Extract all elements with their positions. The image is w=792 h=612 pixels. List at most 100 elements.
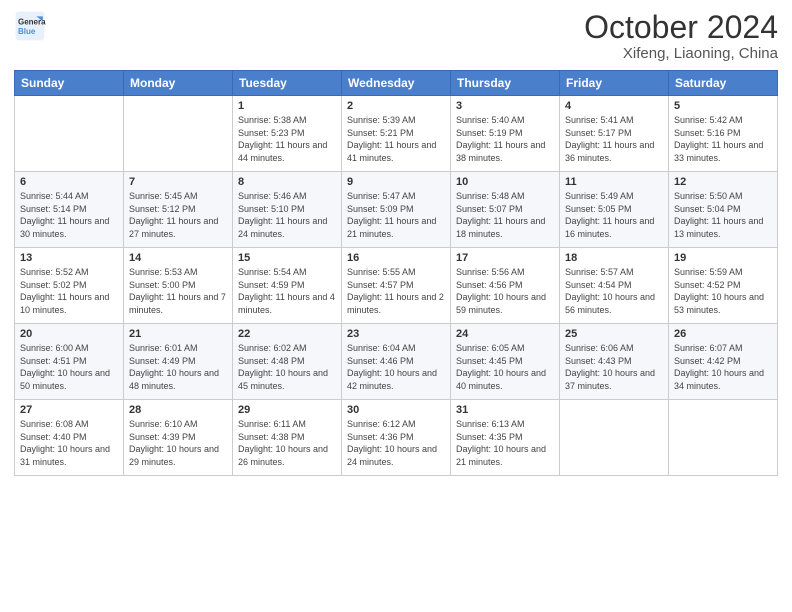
day-info: Sunrise: 5:45 AM Sunset: 5:12 PM Dayligh… xyxy=(129,190,227,240)
logo: General Blue xyxy=(14,10,46,42)
day-number: 19 xyxy=(674,252,772,264)
day-cell: 29 Sunrise: 6:11 AM Sunset: 4:38 PM Dayl… xyxy=(233,400,342,476)
day-number: 1 xyxy=(238,100,336,112)
svg-text:Blue: Blue xyxy=(18,27,36,36)
day-number: 17 xyxy=(456,252,554,264)
day-cell: 2 Sunrise: 5:39 AM Sunset: 5:21 PM Dayli… xyxy=(342,96,451,172)
week-row-5: 27 Sunrise: 6:08 AM Sunset: 4:40 PM Dayl… xyxy=(15,400,778,476)
day-info: Sunrise: 5:59 AM Sunset: 4:52 PM Dayligh… xyxy=(674,266,772,316)
title-block: October 2024 Xifeng, Liaoning, China xyxy=(584,10,778,62)
day-info: Sunrise: 5:52 AM Sunset: 5:02 PM Dayligh… xyxy=(20,266,118,316)
day-number: 25 xyxy=(565,328,663,340)
day-info: Sunrise: 6:01 AM Sunset: 4:49 PM Dayligh… xyxy=(129,342,227,392)
day-cell: 7 Sunrise: 5:45 AM Sunset: 5:12 PM Dayli… xyxy=(124,172,233,248)
day-cell: 20 Sunrise: 6:00 AM Sunset: 4:51 PM Dayl… xyxy=(15,324,124,400)
main-title: October 2024 xyxy=(584,10,778,45)
day-number: 5 xyxy=(674,100,772,112)
day-info: Sunrise: 6:05 AM Sunset: 4:45 PM Dayligh… xyxy=(456,342,554,392)
day-cell: 1 Sunrise: 5:38 AM Sunset: 5:23 PM Dayli… xyxy=(233,96,342,172)
day-number: 10 xyxy=(456,176,554,188)
day-cell: 21 Sunrise: 6:01 AM Sunset: 4:49 PM Dayl… xyxy=(124,324,233,400)
week-row-4: 20 Sunrise: 6:00 AM Sunset: 4:51 PM Dayl… xyxy=(15,324,778,400)
subtitle: Xifeng, Liaoning, China xyxy=(584,45,778,62)
day-cell: 25 Sunrise: 6:06 AM Sunset: 4:43 PM Dayl… xyxy=(560,324,669,400)
header-cell-saturday: Saturday xyxy=(669,71,778,96)
day-cell: 26 Sunrise: 6:07 AM Sunset: 4:42 PM Dayl… xyxy=(669,324,778,400)
day-cell xyxy=(560,400,669,476)
header: General Blue October 2024 Xifeng, Liaoni… xyxy=(14,10,778,62)
day-cell: 8 Sunrise: 5:46 AM Sunset: 5:10 PM Dayli… xyxy=(233,172,342,248)
day-info: Sunrise: 6:11 AM Sunset: 4:38 PM Dayligh… xyxy=(238,418,336,468)
day-cell: 19 Sunrise: 5:59 AM Sunset: 4:52 PM Dayl… xyxy=(669,248,778,324)
day-number: 29 xyxy=(238,404,336,416)
day-info: Sunrise: 5:49 AM Sunset: 5:05 PM Dayligh… xyxy=(565,190,663,240)
day-number: 24 xyxy=(456,328,554,340)
day-number: 27 xyxy=(20,404,118,416)
header-cell-friday: Friday xyxy=(560,71,669,96)
day-info: Sunrise: 5:44 AM Sunset: 5:14 PM Dayligh… xyxy=(20,190,118,240)
day-info: Sunrise: 5:46 AM Sunset: 5:10 PM Dayligh… xyxy=(238,190,336,240)
day-cell: 6 Sunrise: 5:44 AM Sunset: 5:14 PM Dayli… xyxy=(15,172,124,248)
day-cell: 14 Sunrise: 5:53 AM Sunset: 5:00 PM Dayl… xyxy=(124,248,233,324)
day-cell xyxy=(15,96,124,172)
day-info: Sunrise: 5:55 AM Sunset: 4:57 PM Dayligh… xyxy=(347,266,445,316)
day-cell: 27 Sunrise: 6:08 AM Sunset: 4:40 PM Dayl… xyxy=(15,400,124,476)
week-row-2: 6 Sunrise: 5:44 AM Sunset: 5:14 PM Dayli… xyxy=(15,172,778,248)
header-cell-tuesday: Tuesday xyxy=(233,71,342,96)
day-number: 9 xyxy=(347,176,445,188)
day-number: 21 xyxy=(129,328,227,340)
week-row-3: 13 Sunrise: 5:52 AM Sunset: 5:02 PM Dayl… xyxy=(15,248,778,324)
header-cell-wednesday: Wednesday xyxy=(342,71,451,96)
day-number: 28 xyxy=(129,404,227,416)
day-number: 18 xyxy=(565,252,663,264)
logo-icon: General Blue xyxy=(14,10,46,42)
day-info: Sunrise: 5:40 AM Sunset: 5:19 PM Dayligh… xyxy=(456,114,554,164)
day-number: 4 xyxy=(565,100,663,112)
day-cell: 24 Sunrise: 6:05 AM Sunset: 4:45 PM Dayl… xyxy=(451,324,560,400)
calendar-header-row: SundayMondayTuesdayWednesdayThursdayFrid… xyxy=(15,71,778,96)
day-info: Sunrise: 5:50 AM Sunset: 5:04 PM Dayligh… xyxy=(674,190,772,240)
day-cell: 16 Sunrise: 5:55 AM Sunset: 4:57 PM Dayl… xyxy=(342,248,451,324)
day-number: 23 xyxy=(347,328,445,340)
day-number: 2 xyxy=(347,100,445,112)
day-number: 13 xyxy=(20,252,118,264)
header-cell-sunday: Sunday xyxy=(15,71,124,96)
header-cell-monday: Monday xyxy=(124,71,233,96)
day-number: 12 xyxy=(674,176,772,188)
day-number: 15 xyxy=(238,252,336,264)
day-cell: 30 Sunrise: 6:12 AM Sunset: 4:36 PM Dayl… xyxy=(342,400,451,476)
day-info: Sunrise: 6:04 AM Sunset: 4:46 PM Dayligh… xyxy=(347,342,445,392)
day-number: 3 xyxy=(456,100,554,112)
day-cell: 9 Sunrise: 5:47 AM Sunset: 5:09 PM Dayli… xyxy=(342,172,451,248)
day-cell: 10 Sunrise: 5:48 AM Sunset: 5:07 PM Dayl… xyxy=(451,172,560,248)
day-number: 6 xyxy=(20,176,118,188)
day-info: Sunrise: 6:07 AM Sunset: 4:42 PM Dayligh… xyxy=(674,342,772,392)
day-info: Sunrise: 6:10 AM Sunset: 4:39 PM Dayligh… xyxy=(129,418,227,468)
day-number: 8 xyxy=(238,176,336,188)
day-number: 14 xyxy=(129,252,227,264)
day-cell: 4 Sunrise: 5:41 AM Sunset: 5:17 PM Dayli… xyxy=(560,96,669,172)
day-info: Sunrise: 5:48 AM Sunset: 5:07 PM Dayligh… xyxy=(456,190,554,240)
day-info: Sunrise: 6:02 AM Sunset: 4:48 PM Dayligh… xyxy=(238,342,336,392)
day-info: Sunrise: 5:54 AM Sunset: 4:59 PM Dayligh… xyxy=(238,266,336,316)
day-info: Sunrise: 5:38 AM Sunset: 5:23 PM Dayligh… xyxy=(238,114,336,164)
day-info: Sunrise: 5:57 AM Sunset: 4:54 PM Dayligh… xyxy=(565,266,663,316)
day-cell: 17 Sunrise: 5:56 AM Sunset: 4:56 PM Dayl… xyxy=(451,248,560,324)
day-cell: 28 Sunrise: 6:10 AM Sunset: 4:39 PM Dayl… xyxy=(124,400,233,476)
day-info: Sunrise: 5:47 AM Sunset: 5:09 PM Dayligh… xyxy=(347,190,445,240)
day-cell: 23 Sunrise: 6:04 AM Sunset: 4:46 PM Dayl… xyxy=(342,324,451,400)
day-number: 26 xyxy=(674,328,772,340)
day-cell: 13 Sunrise: 5:52 AM Sunset: 5:02 PM Dayl… xyxy=(15,248,124,324)
day-cell: 15 Sunrise: 5:54 AM Sunset: 4:59 PM Dayl… xyxy=(233,248,342,324)
day-info: Sunrise: 5:41 AM Sunset: 5:17 PM Dayligh… xyxy=(565,114,663,164)
day-info: Sunrise: 5:53 AM Sunset: 5:00 PM Dayligh… xyxy=(129,266,227,316)
week-row-1: 1 Sunrise: 5:38 AM Sunset: 5:23 PM Dayli… xyxy=(15,96,778,172)
day-cell: 31 Sunrise: 6:13 AM Sunset: 4:35 PM Dayl… xyxy=(451,400,560,476)
day-info: Sunrise: 6:06 AM Sunset: 4:43 PM Dayligh… xyxy=(565,342,663,392)
day-info: Sunrise: 6:08 AM Sunset: 4:40 PM Dayligh… xyxy=(20,418,118,468)
calendar-body: 1 Sunrise: 5:38 AM Sunset: 5:23 PM Dayli… xyxy=(15,96,778,476)
day-info: Sunrise: 6:00 AM Sunset: 4:51 PM Dayligh… xyxy=(20,342,118,392)
day-cell: 3 Sunrise: 5:40 AM Sunset: 5:19 PM Dayli… xyxy=(451,96,560,172)
day-cell xyxy=(669,400,778,476)
day-cell: 11 Sunrise: 5:49 AM Sunset: 5:05 PM Dayl… xyxy=(560,172,669,248)
